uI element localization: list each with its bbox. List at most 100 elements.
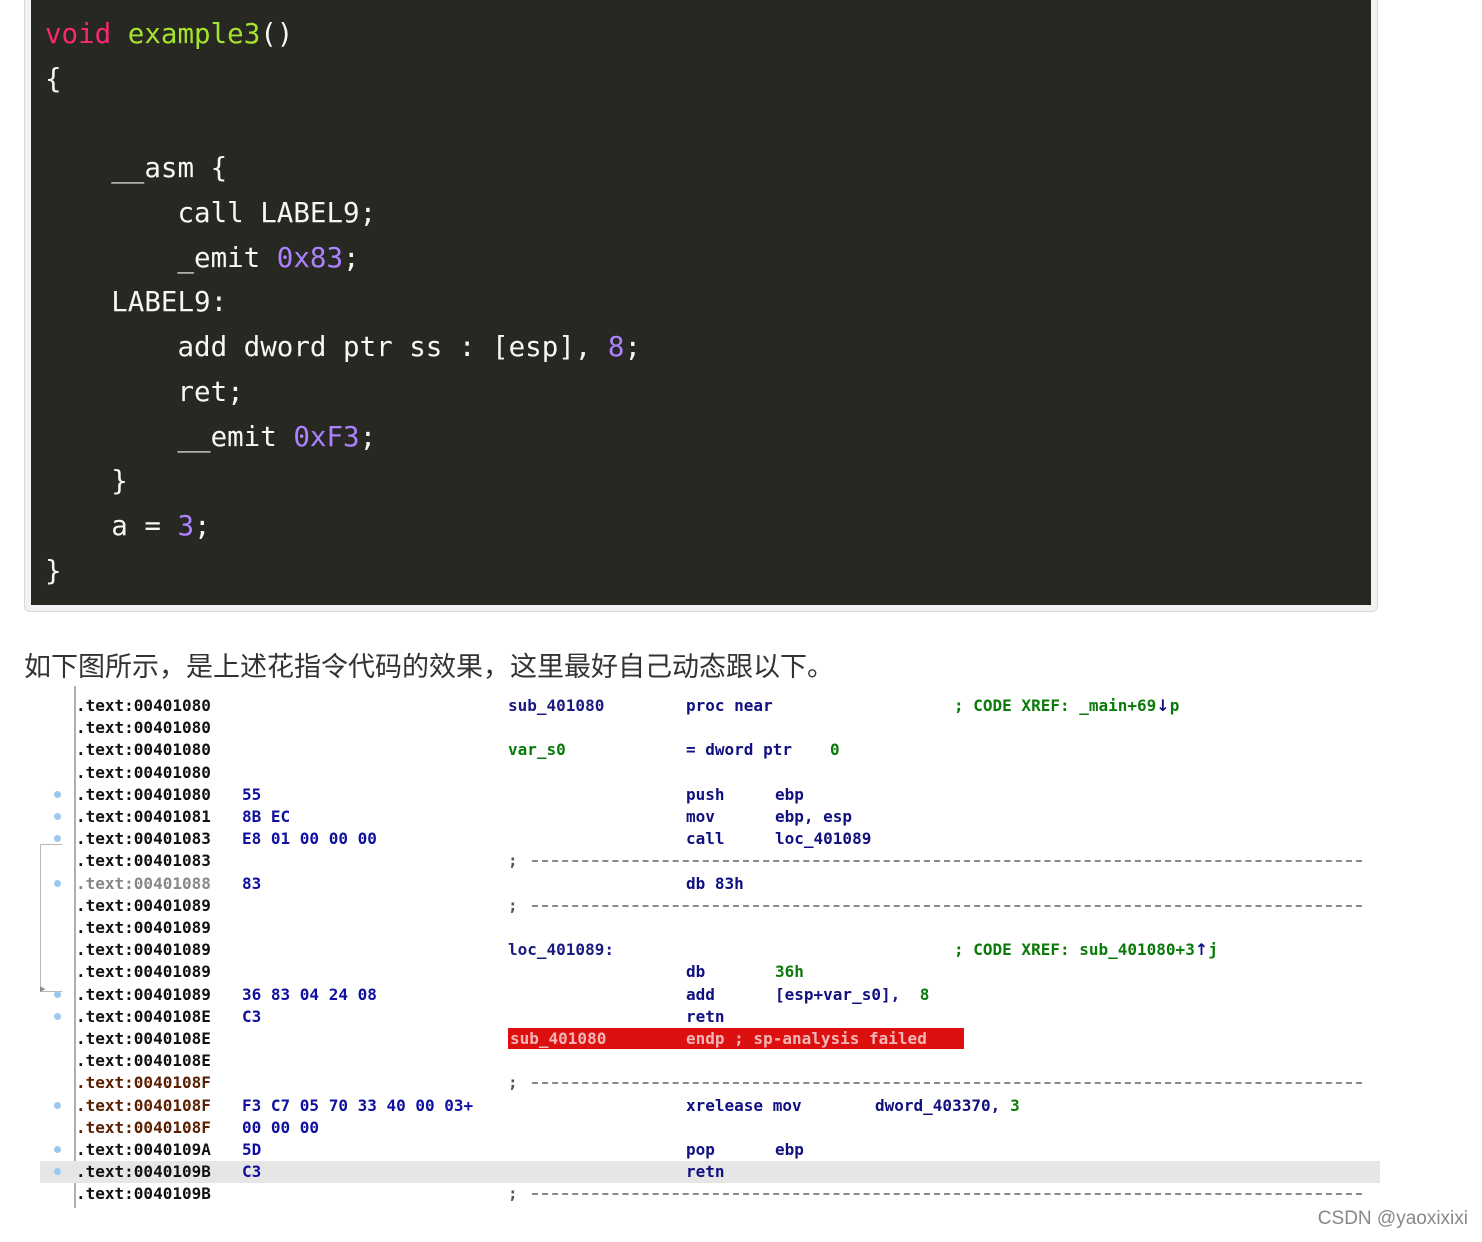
endp-label: sub_401080: [510, 1029, 607, 1048]
xref-text: ; CODE XREF: sub_401080+3: [954, 940, 1195, 960]
breakpoint-dot-icon[interactable]: [54, 990, 61, 998]
breakpoint-dot-icon[interactable]: [54, 835, 61, 843]
operand-number: 3: [1010, 1095, 1020, 1115]
description-paragraph: 如下图所示，是上述花指令代码的效果，这里最好自己动态跟以下。: [24, 652, 834, 683]
address: .text:00401083: [76, 829, 211, 849]
mnemonic: push: [686, 784, 725, 804]
breakpoint-dot-icon[interactable]: [54, 1146, 61, 1153]
opcode-bytes: 83: [242, 873, 262, 893]
opcode-bytes: 00 00 00: [242, 1117, 320, 1137]
disassembly-row[interactable]: .text:00401089 loc_401089: ; CODE XREF: su…: [40, 939, 1380, 961]
operand: ebp: [775, 1140, 804, 1159]
separator-line: [532, 904, 1362, 907]
address: .text:0040108E: [76, 1051, 211, 1071]
address: .text:00401089: [76, 984, 211, 1004]
address: .text:0040108F: [76, 1095, 211, 1115]
disassembly-row[interactable]: .text:00401089 36 83 04 24 08 add [esp+var_…: [40, 984, 1380, 1006]
separator-line: [532, 1082, 1362, 1085]
code-block: void example3() { __asm { call LABEL9; _…: [24, 0, 1378, 612]
code-line: }: [45, 555, 62, 587]
mnemonic: mov: [686, 807, 715, 826]
watermark: CSDN @yaoxixixi: [1317, 1208, 1468, 1229]
operand: ebp, esp: [775, 807, 853, 826]
breakpoint-dot-icon[interactable]: [54, 879, 61, 887]
code-line: a = 3;: [45, 510, 211, 542]
xref-text: ; CODE XREF: _main+69: [954, 696, 1157, 715]
address: .text:00401089: [76, 918, 211, 937]
separator-line: [532, 1193, 1362, 1196]
breakpoint-dot-icon[interactable]: [54, 1012, 61, 1020]
disassembly-row[interactable]: .text:00401083;: [40, 850, 1380, 872]
address: .text:0040108F: [76, 1073, 211, 1093]
opcode-bytes: E8 01 00 00 00: [242, 829, 377, 849]
disassembly-row[interactable]: .text:00401080 55 push ebp: [40, 784, 1380, 806]
error-highlight: sub_401080 endp ; sp-analysis failed: [508, 1028, 964, 1049]
address: .text:00401089: [76, 895, 211, 915]
opcode-bytes: F3 C7 05 70 33 40 00 03+: [242, 1095, 474, 1115]
disassembly-row[interactable]: .text:0040108E: [40, 1050, 1380, 1072]
disassembly-row[interactable]: .text:0040108F;: [40, 1072, 1380, 1094]
mnemonic: db 83h: [686, 873, 744, 893]
disassembly-row[interactable]: .text:0040108F 00 00 00: [40, 1117, 1380, 1139]
disassembly-row[interactable]: .text:00401081 8B EC mov ebp, esp: [40, 806, 1380, 828]
code-line: ret;: [45, 376, 244, 408]
breakpoint-dot-icon[interactable]: [54, 813, 61, 820]
opcode-bytes: 36 83 04 24 08: [242, 984, 377, 1004]
xref-type: j: [1208, 940, 1218, 960]
address: .text:00401083: [76, 851, 211, 871]
address: .text:00401080: [76, 696, 211, 715]
disassembly-row[interactable]: .text:0040109B;: [40, 1183, 1380, 1205]
separator-semicolon: ;: [508, 1184, 518, 1204]
disassembly-row[interactable]: .text:00401089 db 36h: [40, 961, 1380, 983]
address: .text:0040108E: [76, 1029, 211, 1048]
xref-comment[interactable]: ; CODE XREF: _main+69↓p: [954, 695, 1179, 717]
address: .text:0040108E: [76, 1006, 211, 1026]
code-line: call LABEL9;: [45, 197, 377, 229]
disassembly-row[interactable]: .text:0040108E sub_401080 endp ; sp-analys…: [40, 1028, 1380, 1050]
disassembly-row[interactable]: .text:0040108E C3 retn: [40, 1006, 1380, 1028]
breakpoint-dot-icon[interactable]: [54, 1168, 61, 1176]
ida-disassembly-view: ▸ .text:00401080 sub_401080 proc near; COD…: [40, 686, 1380, 1208]
separator-semicolon: ;: [508, 1073, 518, 1093]
separator-semicolon: ;: [508, 851, 518, 871]
breakpoint-dot-icon[interactable]: [54, 790, 61, 798]
address: .text:0040108F: [76, 1117, 211, 1137]
address: .text:00401089: [76, 940, 211, 960]
address: .text:00401080: [76, 718, 211, 738]
operand-value: 36h: [775, 962, 804, 982]
operand: dword_403370,: [875, 1095, 1010, 1115]
disassembly-row[interactable]: .text:0040108F F3 C7 05 70 33 40 00 03+ xr…: [40, 1095, 1380, 1117]
xref-type: p: [1169, 696, 1180, 715]
mnemonic: proc near: [686, 696, 773, 715]
code-line: {: [45, 63, 62, 95]
opcode-bytes: 5D: [242, 1140, 262, 1159]
code-label: sub_401080: [508, 696, 605, 715]
disassembly-row[interactable]: .text:0040109A 5D pop ebp: [40, 1139, 1380, 1161]
mnemonic: pop: [686, 1140, 715, 1159]
code-line: void example3(): [45, 18, 294, 50]
breakpoint-dot-icon[interactable]: [54, 1101, 61, 1109]
disassembly-row[interactable]: .text:00401080 var_s0 = dword ptr 0: [40, 739, 1380, 761]
disassembly-row[interactable]: .text:00401080 sub_401080 proc near ; CODE …: [40, 695, 1380, 717]
code-label: loc_401089:: [508, 940, 614, 960]
mnemonic: db: [686, 962, 706, 982]
address: .text:00401080: [76, 740, 211, 760]
opcode-bytes: 55: [242, 784, 262, 804]
disassembly-row[interactable]: .text:0040109B C3 retn: [40, 1161, 1380, 1184]
xref-comment[interactable]: ; CODE XREF: sub_401080+3↑j: [954, 939, 1218, 961]
address: .text:00401089: [76, 962, 211, 982]
disassembly-row[interactable]: .text:00401083 E8 01 00 00 00 call loc_4010…: [40, 828, 1380, 850]
disassembly-row[interactable]: .text:00401080: [40, 717, 1380, 739]
disassembly-row[interactable]: .text:00401089;: [40, 895, 1380, 917]
operand: loc_401089: [775, 829, 872, 849]
address: .text:00401081: [76, 807, 211, 826]
mnemonic: retn: [686, 1006, 725, 1026]
address: .text:00401080: [76, 762, 211, 782]
opcode-bytes: C3: [242, 1006, 262, 1026]
operand-number: 8: [919, 984, 930, 1004]
mnemonic: call: [686, 829, 725, 849]
mnemonic: retn: [686, 1162, 725, 1182]
disassembly-row[interactable]: .text:00401080: [40, 762, 1380, 784]
disassembly-row[interactable]: .text:00401088 83 db 83h: [40, 873, 1380, 895]
disassembly-row[interactable]: .text:00401089: [40, 917, 1380, 939]
